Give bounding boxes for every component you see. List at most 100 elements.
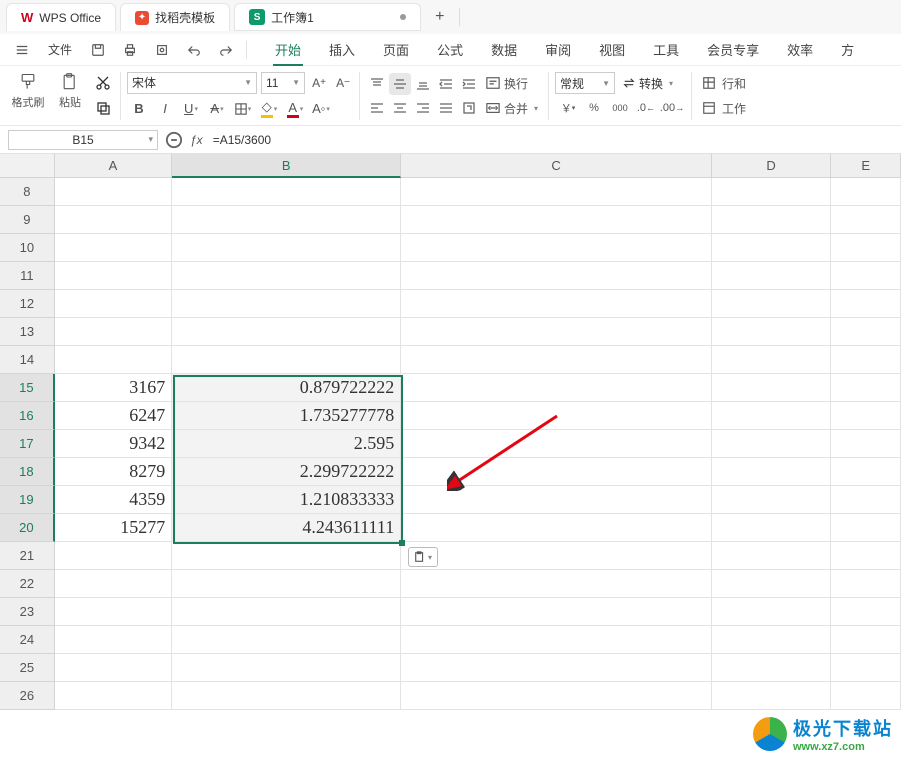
cell-C13[interactable] (401, 318, 712, 346)
cell-E13[interactable] (831, 318, 901, 346)
cell-D9[interactable] (712, 206, 831, 234)
cut-button[interactable] (92, 72, 114, 94)
cell-A15[interactable]: 3167 (55, 374, 172, 402)
cell-C21[interactable] (401, 542, 712, 570)
row-header-17[interactable]: 17 (0, 430, 55, 458)
menu-page[interactable]: 页面 (369, 34, 423, 66)
cell-A17[interactable]: 9342 (55, 430, 172, 458)
cell-C12[interactable] (401, 290, 712, 318)
cell-E16[interactable] (831, 402, 901, 430)
align-center-button[interactable] (389, 97, 411, 119)
menu-member[interactable]: 会员专享 (693, 34, 773, 66)
cell-B17[interactable]: 2.595 (172, 430, 401, 458)
menu-data[interactable]: 数据 (477, 34, 531, 66)
row-header-8[interactable]: 8 (0, 178, 55, 206)
cell-A9[interactable] (55, 206, 172, 234)
cell-C9[interactable] (401, 206, 712, 234)
justify-button[interactable] (435, 97, 457, 119)
row-header-21[interactable]: 21 (0, 542, 55, 570)
cell-B26[interactable] (172, 682, 401, 710)
row-header-26[interactable]: 26 (0, 682, 55, 710)
align-right-button[interactable] (412, 97, 434, 119)
cell-E22[interactable] (831, 570, 901, 598)
print-preview-button[interactable] (148, 38, 176, 62)
menu-file[interactable]: 文件 (40, 34, 80, 66)
cell-B8[interactable] (172, 178, 401, 206)
cell-C26[interactable] (401, 682, 712, 710)
cell-B20[interactable]: 4.243611111 (172, 514, 401, 542)
row-header-15[interactable]: 15 (0, 374, 55, 402)
row-col-button[interactable]: 行和 (698, 72, 750, 94)
row-header-14[interactable]: 14 (0, 346, 55, 374)
name-box[interactable]: B15▾ (8, 130, 158, 150)
underline-button[interactable]: U▾ (179, 98, 203, 120)
menu-start[interactable]: 开始 (261, 34, 315, 66)
font-color-button[interactable]: A▾ (283, 98, 307, 120)
increase-decimal-button[interactable]: .00→ (659, 97, 685, 119)
row-header-13[interactable]: 13 (0, 318, 55, 346)
row-header-10[interactable]: 10 (0, 234, 55, 262)
paste-button[interactable]: 粘贴 (50, 72, 90, 110)
select-all-corner[interactable] (0, 154, 55, 178)
cell-B24[interactable] (172, 626, 401, 654)
decrease-decimal-button[interactable]: .0← (633, 97, 659, 119)
cell-E23[interactable] (831, 598, 901, 626)
paste-options-button[interactable]: ▾ (408, 547, 438, 567)
formula-input[interactable]: =A15/3600 (209, 130, 893, 150)
cell-A18[interactable]: 8279 (55, 458, 172, 486)
cell-E26[interactable] (831, 682, 901, 710)
cell-C10[interactable] (401, 234, 712, 262)
col-header-D[interactable]: D (712, 154, 831, 178)
redo-button[interactable] (212, 38, 240, 62)
cell-E15[interactable] (831, 374, 901, 402)
cell-A14[interactable] (55, 346, 172, 374)
worksheet-button[interactable]: 工作 (698, 97, 750, 119)
cell-C25[interactable] (401, 654, 712, 682)
cell-A22[interactable] (55, 570, 172, 598)
cell-C11[interactable] (401, 262, 712, 290)
border-button[interactable]: ▾ (231, 98, 255, 120)
row-header-25[interactable]: 25 (0, 654, 55, 682)
cell-C15[interactable] (401, 374, 712, 402)
cell-D10[interactable] (712, 234, 831, 262)
app-tab-document[interactable]: S 工作簿1 (234, 3, 421, 31)
row-header-22[interactable]: 22 (0, 570, 55, 598)
indent-decrease-button[interactable] (435, 73, 457, 95)
cell-C24[interactable] (401, 626, 712, 654)
undo-button[interactable] (180, 38, 208, 62)
clear-format-button[interactable]: A◦▾ (309, 98, 333, 120)
cell-E24[interactable] (831, 626, 901, 654)
align-middle-button[interactable] (389, 73, 411, 95)
col-header-C[interactable]: C (401, 154, 712, 178)
app-tab-template[interactable]: ✦ 找稻壳模板 (120, 3, 230, 31)
menu-efficiency[interactable]: 效率 (773, 34, 827, 66)
row-header-9[interactable]: 9 (0, 206, 55, 234)
cell-B16[interactable]: 1.735277778 (172, 402, 401, 430)
row-header-16[interactable]: 16 (0, 402, 55, 430)
convert-button[interactable]: 转换▾ (619, 72, 677, 94)
cell-D25[interactable] (712, 654, 831, 682)
align-top-button[interactable] (366, 73, 388, 95)
currency-button[interactable]: ￥▾ (555, 97, 581, 119)
cell-C8[interactable] (401, 178, 712, 206)
cell-A12[interactable] (55, 290, 172, 318)
cell-C22[interactable] (401, 570, 712, 598)
row-header-24[interactable]: 24 (0, 626, 55, 654)
cell-D13[interactable] (712, 318, 831, 346)
cell-E9[interactable] (831, 206, 901, 234)
comma-button[interactable]: 000 (607, 97, 633, 119)
cell-D15[interactable] (712, 374, 831, 402)
cell-B13[interactable] (172, 318, 401, 346)
cell-D22[interactable] (712, 570, 831, 598)
cell-B18[interactable]: 2.299722222 (172, 458, 401, 486)
cell-D8[interactable] (712, 178, 831, 206)
cell-B25[interactable] (172, 654, 401, 682)
cell-C20[interactable] (401, 514, 712, 542)
cell-D16[interactable] (712, 402, 831, 430)
cell-D11[interactable] (712, 262, 831, 290)
cell-B21[interactable] (172, 542, 401, 570)
cell-A21[interactable] (55, 542, 172, 570)
cell-A10[interactable] (55, 234, 172, 262)
orientation-button[interactable] (458, 97, 480, 119)
cell-D17[interactable] (712, 430, 831, 458)
